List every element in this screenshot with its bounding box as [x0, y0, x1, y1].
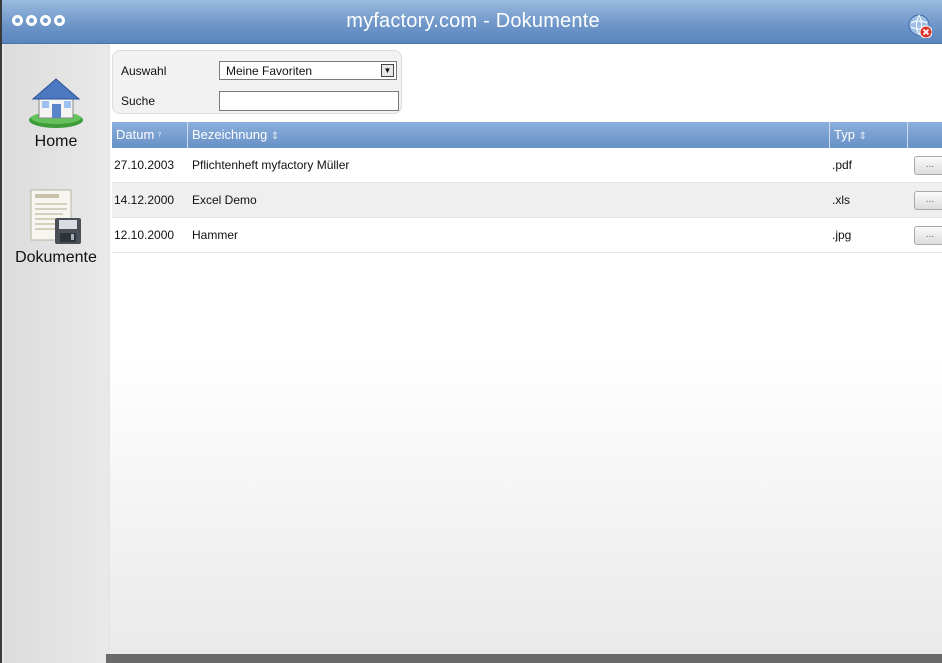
documents-save-icon	[30, 189, 81, 244]
suche-label: Suche	[121, 94, 156, 108]
row-action-button[interactable]: ...	[914, 191, 942, 210]
cell-bezeichnung: Hammer	[192, 228, 239, 242]
sidebar-item-dokumente[interactable]: Dokumente	[4, 186, 108, 267]
house-icon	[29, 78, 83, 128]
filter-panel: Auswahl Meine Favoriten ▼ Suche	[112, 50, 402, 114]
cell-datum: 27.10.2003	[114, 158, 175, 172]
status-bar	[106, 654, 942, 663]
table-header: Datum ⁷ Bezeichnung ⇕ Typ ⇕	[112, 122, 942, 148]
sidebar-item-home[interactable]: Home	[4, 74, 108, 151]
cell-bezeichnung: Pflichtenheft myfactory Müller	[192, 158, 350, 172]
column-label: Typ	[834, 127, 855, 142]
cell-datum: 14.12.2000	[114, 193, 175, 207]
title-bar: myfactory.com - Dokumente	[2, 0, 942, 44]
column-header-typ[interactable]: Typ ⇕	[830, 122, 908, 148]
sort-icon: ⇕	[270, 131, 280, 142]
column-label: Datum	[116, 127, 155, 142]
sidebar-item-label: Home	[34, 133, 78, 150]
table-row[interactable]: 14.12.2000 Excel Demo .xls ...	[112, 183, 942, 218]
row-action-button[interactable]: ...	[914, 156, 942, 175]
table-row[interactable]: 27.10.2003 Pflichtenheft myfactory Mülle…	[112, 148, 942, 183]
sort-icon: ⇕	[858, 131, 867, 142]
cell-typ: .jpg	[832, 228, 852, 242]
column-header-actions	[908, 122, 942, 148]
main-content: Auswahl Meine Favoriten ▼ Suche Datum ⁷ …	[110, 44, 942, 663]
column-header-bezeichnung[interactable]: Bezeichnung ⇕	[188, 122, 830, 148]
search-input[interactable]	[219, 91, 399, 111]
cell-bezeichnung: Excel Demo	[192, 193, 257, 207]
cell-typ: .xls	[832, 193, 850, 207]
chevron-down-icon[interactable]: ▼	[381, 64, 394, 77]
globe-close-icon[interactable]	[908, 14, 932, 38]
cell-datum: 12.10.2000	[114, 228, 175, 242]
sort-desc-icon: ⁷	[157, 131, 162, 142]
auswahl-label: Auswahl	[121, 64, 167, 78]
app-window: myfactory.com - Dokumente Home Dokumente…	[0, 0, 942, 663]
auswahl-select[interactable]: Meine Favoriten ▼	[219, 61, 397, 80]
row-action-button[interactable]: ...	[914, 226, 942, 245]
column-header-datum[interactable]: Datum ⁷	[112, 122, 188, 148]
table-row[interactable]: 12.10.2000 Hammer .jpg ...	[112, 218, 942, 253]
auswahl-value: Meine Favoriten	[226, 64, 313, 78]
cell-typ: .pdf	[832, 158, 853, 172]
sidebar-item-label: Dokumente	[15, 249, 97, 266]
documents-table: Datum ⁷ Bezeichnung ⇕ Typ ⇕ 27.10.2003 P…	[112, 122, 942, 253]
column-label: Bezeichnung	[192, 127, 268, 142]
sidebar: Home Dokumente	[4, 44, 108, 663]
window-title: myfactory.com - Dokumente	[346, 10, 600, 32]
